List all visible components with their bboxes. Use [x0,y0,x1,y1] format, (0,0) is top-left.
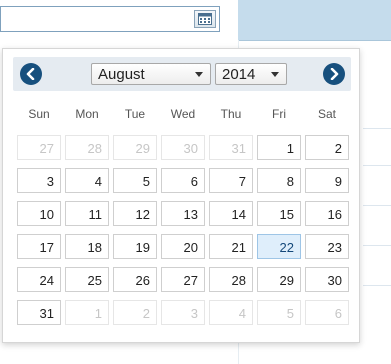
day-cell[interactable]: 2 [305,135,349,160]
day-cell[interactable]: 12 [113,201,157,226]
day-cell[interactable]: 16 [305,201,349,226]
month-select[interactable]: August [91,63,211,85]
day-cell[interactable]: 10 [17,201,61,226]
month-select-value: August [98,65,145,83]
next-month-button[interactable] [323,63,345,85]
weekday-label: Wed [170,107,196,121]
day-cell[interactable]: 15 [257,201,301,226]
day-cell[interactable]: 7 [209,168,253,193]
calendar-icon [198,13,212,25]
table-row-divider [363,245,391,246]
day-cell[interactable]: 17 [17,234,61,259]
day-cell[interactable]: 23 [305,234,349,259]
day-cell[interactable]: 1 [257,135,301,160]
table-header-background [238,0,391,41]
chevron-down-icon [271,72,279,77]
day-cell-prev-month[interactable]: 29 [113,135,157,160]
day-cell[interactable]: 21 [209,234,253,259]
day-cell[interactable]: 13 [161,201,205,226]
table-row-divider [363,165,391,166]
day-cell[interactable]: 6 [161,168,205,193]
chevron-left-circle-icon [26,68,35,80]
prev-month-button[interactable] [20,63,42,85]
day-cell-next-month[interactable]: 1 [65,300,109,325]
day-cell-next-month[interactable]: 5 [257,300,301,325]
day-cell[interactable]: 28 [209,267,253,292]
day-cell-prev-month[interactable]: 28 [65,135,109,160]
day-cell[interactable]: 5 [113,168,157,193]
day-cell[interactable]: 9 [305,168,349,193]
day-cell-prev-month[interactable]: 31 [209,135,253,160]
weekday-label: Tue [124,107,146,121]
day-cell-prev-month[interactable]: 27 [17,135,61,160]
day-cell[interactable]: 14 [209,201,253,226]
day-cell-next-month[interactable]: 6 [305,300,349,325]
day-cell[interactable]: 24 [17,267,61,292]
calendar-popup: August 2014 Sun Mon Tue Wed Thu Fri Sat … [2,48,360,343]
weekday-label: Thu [220,107,242,121]
weekday-label: Sat [317,107,336,121]
day-cell[interactable]: 8 [257,168,301,193]
weekday-label: Sun [28,107,50,121]
day-cell[interactable]: 20 [161,234,205,259]
table-row-divider [363,205,391,206]
chevron-down-icon [195,72,203,77]
day-cell[interactable]: 26 [113,267,157,292]
year-select[interactable]: 2014 [215,63,287,85]
weekday-label: Fri [272,107,286,121]
day-cell[interactable]: 29 [257,267,301,292]
chevron-right-circle-icon [330,68,339,80]
day-cell-prev-month[interactable]: 30 [161,135,205,160]
day-cell[interactable]: 27 [161,267,205,292]
day-cell-next-month[interactable]: 4 [209,300,253,325]
calendar-button[interactable] [194,10,216,28]
day-cell-next-month[interactable]: 2 [113,300,157,325]
day-cell[interactable]: 4 [65,168,109,193]
date-input[interactable] [0,6,220,32]
weekday-header-row: Sun Mon Tue Wed Thu Fri Sat [15,107,351,123]
table-row-divider [363,285,391,286]
table-row-divider [363,128,391,129]
day-cell[interactable]: 3 [17,168,61,193]
day-cell[interactable]: 11 [65,201,109,226]
day-cell-selected[interactable]: 22 [257,234,301,259]
day-grid: 27 28 29 30 31 1 2 3 4 5 6 7 8 9 10 11 1… [15,135,351,335]
day-cell[interactable]: 19 [113,234,157,259]
calendar-header: August 2014 [13,57,351,91]
year-select-value: 2014 [222,65,256,83]
day-cell[interactable]: 31 [17,300,61,325]
day-cell[interactable]: 25 [65,267,109,292]
day-cell-next-month[interactable]: 3 [161,300,205,325]
day-cell[interactable]: 30 [305,267,349,292]
weekday-label: Mon [75,107,99,121]
day-cell[interactable]: 18 [65,234,109,259]
